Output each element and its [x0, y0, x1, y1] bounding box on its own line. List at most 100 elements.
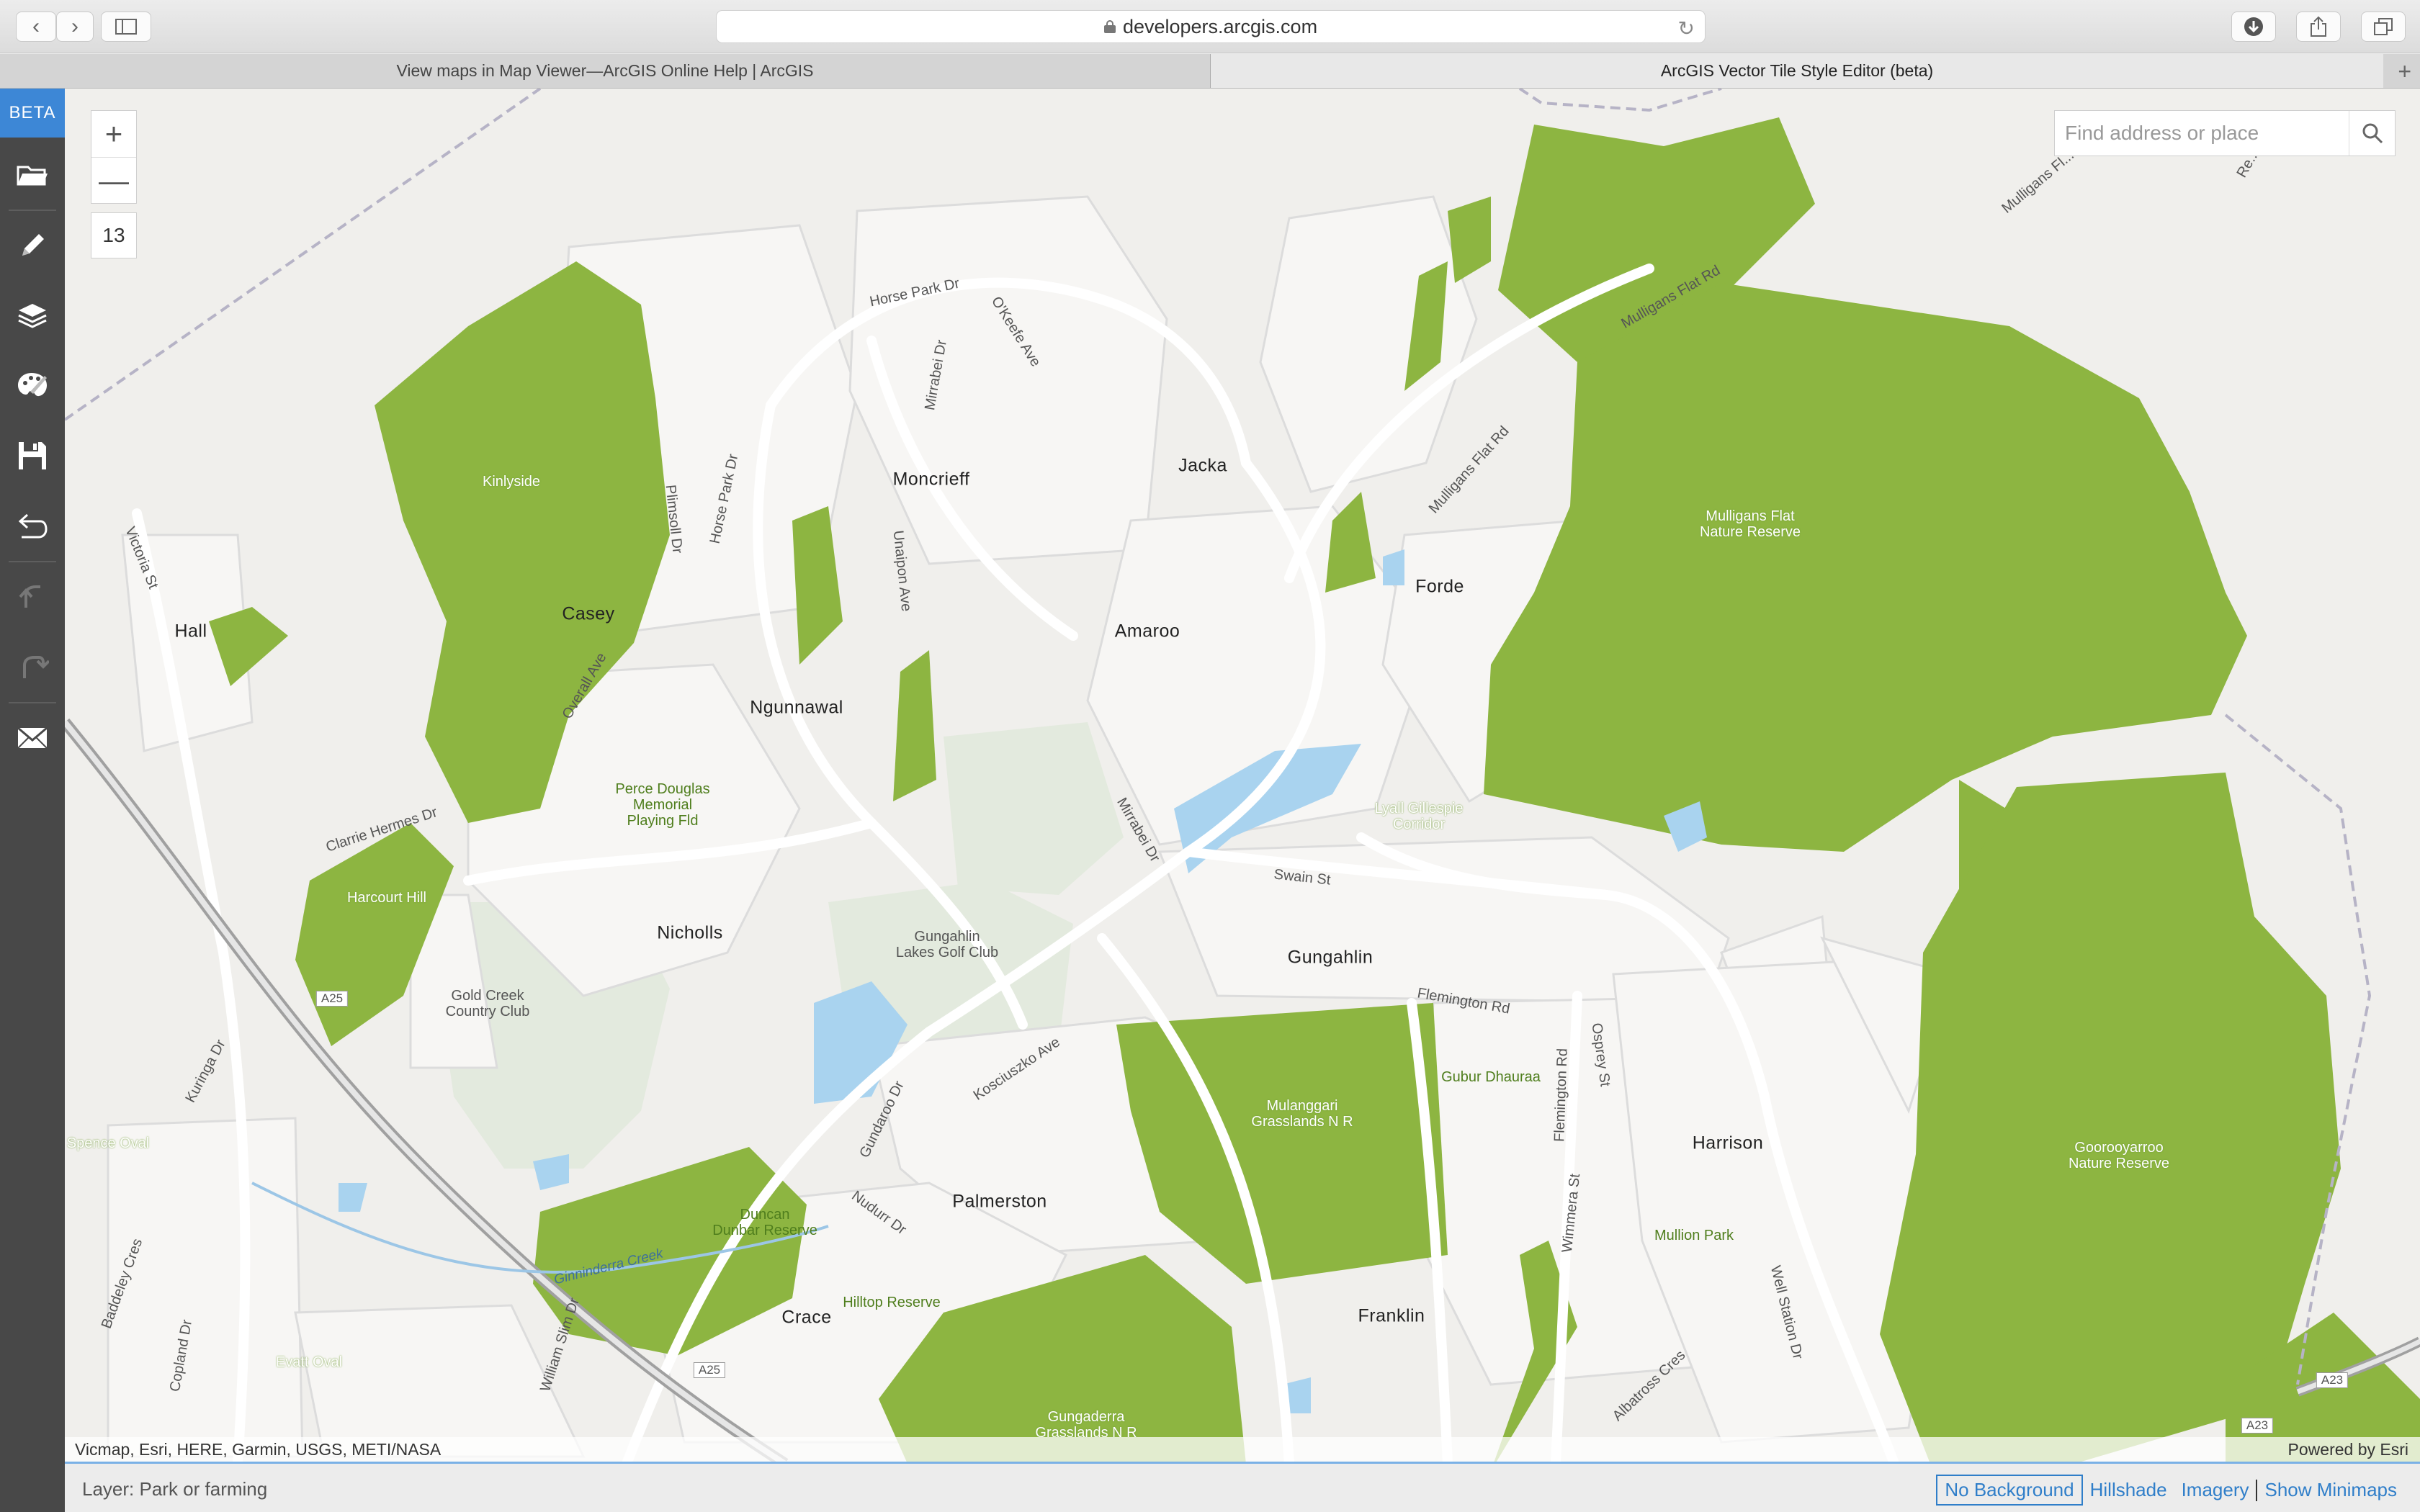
- url-text: developers.arcgis.com: [1122, 15, 1318, 37]
- poi-label: Lakes Golf Club: [895, 945, 999, 960]
- mail-icon: [17, 726, 48, 749]
- address-bar[interactable]: developers.arcgis.com ↻: [716, 10, 1706, 43]
- route-shield: A25: [693, 1362, 726, 1378]
- tab-label: ArcGIS Vector Tile Style Editor (beta): [1660, 61, 1934, 80]
- sidebar-icon: [115, 19, 137, 35]
- basemap-switcher: No Background Hillshade Imagery Show Min…: [1936, 1475, 2404, 1506]
- tab-strip: View maps in Map Viewer—ArcGIS Online He…: [0, 54, 2420, 89]
- park-label: Evatt Oval: [275, 1354, 343, 1370]
- beta-badge: BETA: [0, 89, 65, 138]
- tab-arcgis-help[interactable]: View maps in Map Viewer—ArcGIS Online He…: [0, 54, 1210, 88]
- divider: [9, 561, 56, 562]
- save-button[interactable]: [11, 434, 54, 477]
- save-icon: [19, 442, 46, 469]
- suburb-label: Ngunnawal: [750, 697, 843, 718]
- zoom-level-display: 13: [91, 212, 137, 258]
- zoom-in-button[interactable]: +: [91, 111, 136, 157]
- reload-icon[interactable]: ↻: [1678, 17, 1695, 40]
- suburb-label: Crace: [781, 1307, 832, 1328]
- park-label: Kinlyside: [482, 474, 541, 490]
- road-label: Flemington Rd: [1551, 1048, 1571, 1143]
- search-button[interactable]: [2349, 111, 2395, 156]
- divider: [9, 702, 56, 703]
- park-label: Goorooyarroo: [2074, 1140, 2164, 1156]
- suburb-label: Gungahlin: [1287, 947, 1373, 968]
- search-icon: [2362, 123, 2383, 144]
- hillshade-button[interactable]: Hillshade: [2083, 1476, 2174, 1504]
- current-layer-text: Layer: Park or farming: [82, 1477, 268, 1500]
- forward-button[interactable]: ›: [56, 12, 94, 42]
- suburb-label: Amaroo: [1114, 621, 1180, 642]
- feedback-button[interactable]: [11, 716, 54, 760]
- tabs-overview-button[interactable]: [2361, 12, 2406, 42]
- redo-button[interactable]: [11, 646, 54, 689]
- chevron-left-icon: ‹: [32, 14, 40, 38]
- suburb-label: Harrison: [1692, 1133, 1764, 1153]
- exit-button[interactable]: [11, 505, 54, 548]
- status-bar: Layer: Park or farming No Background Hil…: [65, 1466, 2420, 1512]
- tool-sidebar: BETA: [0, 89, 65, 1512]
- park-label: Corridor: [1392, 816, 1446, 832]
- style-button[interactable]: [11, 364, 54, 407]
- park-label: Gungaderra: [1047, 1409, 1125, 1425]
- poi-label: Gungahlin: [914, 929, 980, 945]
- park-label: Grasslands N R: [1251, 1114, 1353, 1130]
- suburb-label: Forde: [1415, 576, 1464, 597]
- park-label: Spence Oval: [66, 1135, 150, 1151]
- park-label: Dunbar Reserve: [712, 1223, 817, 1238]
- basemap-canvas: [65, 89, 2420, 1462]
- imagery-button[interactable]: Imagery: [2174, 1476, 2257, 1504]
- park-label: Perce Douglas: [615, 781, 710, 797]
- suburb-label: Franklin: [1358, 1305, 1425, 1326]
- redo-icon: [23, 656, 49, 678]
- park-label: Memorial: [632, 797, 693, 813]
- show-minimaps-button[interactable]: Show Minimaps: [2257, 1476, 2404, 1504]
- map-view[interactable]: Moncrieff Jacka Hall Casey Amaroo Forde …: [65, 89, 2420, 1464]
- no-background-button[interactable]: No Background: [1936, 1475, 2083, 1506]
- divider: [9, 210, 56, 211]
- powered-by-text[interactable]: Powered by Esri: [2288, 1440, 2408, 1459]
- park-label: Playing Fld: [627, 813, 699, 829]
- park-label: Hilltop Reserve: [843, 1295, 941, 1310]
- route-shield: A25: [315, 991, 349, 1007]
- tab-style-editor[interactable]: ArcGIS Vector Tile Style Editor (beta): [1211, 54, 2383, 88]
- suburb-label: Nicholls: [657, 922, 723, 943]
- new-tab-button[interactable]: +: [2398, 58, 2411, 85]
- edit-button[interactable]: [11, 224, 54, 267]
- open-button[interactable]: [11, 153, 54, 197]
- suburb-label: Hall: [174, 621, 207, 642]
- download-icon: [2244, 17, 2263, 36]
- share-button[interactable]: [2296, 12, 2341, 42]
- poi-label: Gold Creek: [451, 988, 524, 1004]
- share-icon: [2311, 16, 2326, 37]
- tabs-icon: [2374, 18, 2393, 35]
- route-shield: A23: [2316, 1372, 2349, 1388]
- zoom-out-button[interactable]: —: [91, 157, 136, 203]
- suburb-label: Casey: [562, 603, 615, 624]
- park-label: Mulanggari: [1266, 1098, 1338, 1114]
- park-label: Duncan: [740, 1207, 790, 1223]
- tab-label: View maps in Map Viewer—ArcGIS Online He…: [396, 61, 814, 80]
- layers-icon: [18, 304, 47, 328]
- search-input[interactable]: [2055, 111, 2349, 156]
- park-label: Nature Reserve: [1699, 524, 1801, 540]
- layers-button[interactable]: [11, 294, 54, 338]
- park-label: Mullion Park: [1654, 1228, 1734, 1243]
- poi-label: Country Club: [445, 1004, 530, 1020]
- sidebar-toggle-button[interactable]: [101, 12, 151, 42]
- park-label: Harcourt Hill: [346, 890, 427, 906]
- browser-toolbar: ‹ › developers.arcgis.com ↻: [0, 0, 2420, 53]
- back-button[interactable]: ‹: [16, 12, 56, 42]
- pencil-icon: [22, 234, 44, 256]
- attribution-text: Vicmap, Esri, HERE, Garmin, USGS, METI/N…: [75, 1439, 442, 1459]
- park-label: Mulligans Flat: [1706, 508, 1795, 524]
- suburb-label: Palmerston: [952, 1191, 1047, 1212]
- undo-button[interactable]: [11, 575, 54, 618]
- suburb-label: Jacka: [1178, 455, 1227, 476]
- lock-icon: [1103, 20, 1116, 33]
- park-label: Nature Reserve: [2068, 1156, 2170, 1171]
- downloads-button[interactable]: [2231, 12, 2276, 42]
- route-shield: A23: [2241, 1418, 2274, 1434]
- search-widget: [2054, 110, 2396, 156]
- folder-icon: [17, 166, 48, 186]
